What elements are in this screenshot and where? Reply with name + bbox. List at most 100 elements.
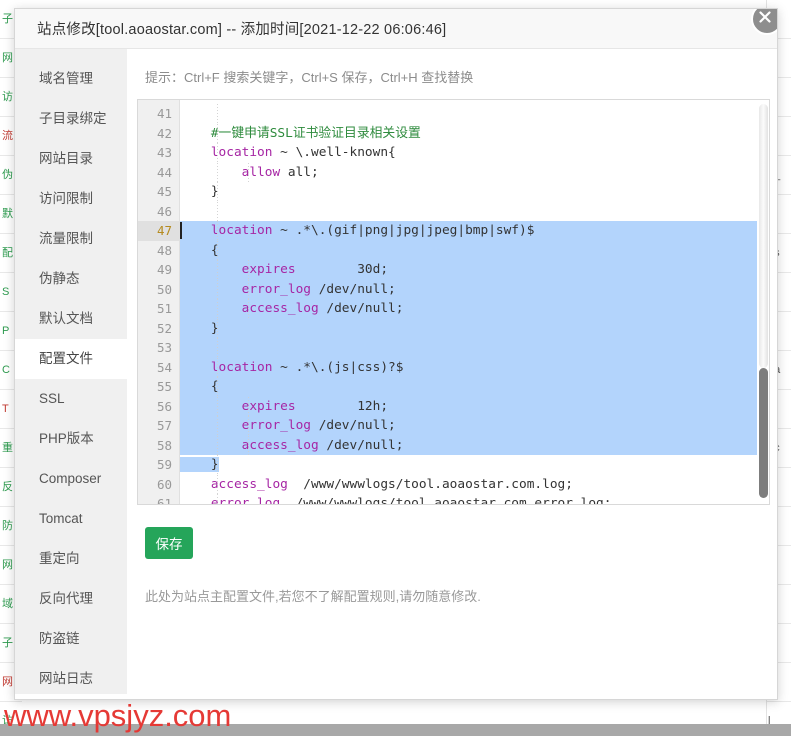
- code-token: ~ \.well-known{: [272, 145, 396, 160]
- code-line[interactable]: {: [180, 240, 769, 260]
- editor-scrollbar-thumb-upper[interactable]: [759, 104, 768, 368]
- line-number: 55: [156, 379, 172, 394]
- shortcut-hint: 提示：Ctrl+F 搜索关键字，Ctrl+S 保存，Ctrl+H 查找替换: [145, 70, 474, 85]
- editor-code-area[interactable]: #一键申请SSL证书验证目录相关设置 location ~ \.well-kno…: [180, 100, 769, 504]
- sidebar-item-9[interactable]: PHP版本: [15, 419, 127, 459]
- code-token: location: [210, 359, 273, 375]
- code-line[interactable]: #一键申请SSL证书验证目录相关设置: [180, 123, 769, 143]
- indent-guide: [216, 162, 218, 182]
- line-number: 53: [156, 340, 172, 355]
- editor-scrollbar-track[interactable]: [757, 100, 769, 504]
- save-button[interactable]: 保存: [145, 527, 193, 559]
- sidebar-item-15[interactable]: 网站日志: [15, 659, 127, 699]
- sidebar-item-1[interactable]: 子目录绑定: [15, 99, 127, 139]
- indent-guide: [216, 182, 218, 202]
- sidebar-item-label: 域名管理: [39, 71, 93, 86]
- sidebar-item-6[interactable]: 默认文档: [15, 299, 127, 339]
- code-line[interactable]: [180, 201, 769, 221]
- sidebar-item-label: 网站日志: [39, 671, 93, 686]
- code-token: access_log: [241, 437, 319, 453]
- sidebar-item-5[interactable]: 伪静态: [15, 259, 127, 299]
- code-token: location: [210, 145, 273, 160]
- code-line[interactable]: expires 12h;: [180, 396, 769, 416]
- site-edit-dialog: 站点修改[tool.aoaostar.com] -- 添加时间[2021-12-…: [14, 8, 778, 700]
- sidebar-item-label: 反向代理: [39, 591, 93, 606]
- sidebar-item-8[interactable]: SSL: [15, 379, 127, 419]
- code-line[interactable]: expires 30d;: [180, 260, 769, 280]
- sidebar-item-12[interactable]: 重定向: [15, 539, 127, 579]
- indent-guide: [216, 455, 218, 475]
- code-line[interactable]: location ~ .*\.(js|css)?$: [180, 357, 769, 377]
- code-token: 12h;: [295, 398, 389, 414]
- code-line[interactable]: access_log /www/wwwlogs/tool.aoaostar.co…: [180, 474, 769, 494]
- code-line[interactable]: [180, 338, 769, 358]
- config-warning-note: 此处为站点主配置文件,若您不了解配置规则,请勿随意修改.: [145, 589, 481, 604]
- line-number: 41: [156, 106, 172, 121]
- code-line[interactable]: }: [180, 182, 769, 202]
- code-line[interactable]: [180, 104, 769, 124]
- indent-guide: [247, 435, 249, 455]
- code-line-text: access_log /dev/null;: [180, 437, 404, 453]
- code-line-text: }: [180, 321, 219, 336]
- site-watermark: www.vpsjyz.com: [4, 698, 232, 733]
- code-line[interactable]: error_log /dev/null;: [180, 279, 769, 299]
- sidebar-item-label: 重定向: [39, 551, 80, 566]
- code-line[interactable]: error_log /dev/null;: [180, 416, 769, 436]
- line-number: 52: [156, 320, 172, 336]
- indent-guide: [216, 260, 218, 280]
- code-token: error_log: [241, 418, 311, 433]
- line-number: 54: [156, 359, 172, 375]
- code-line[interactable]: error_log /www/wwwlogs/tool.aoaostar.com…: [180, 494, 769, 504]
- indent-guide: [216, 474, 218, 494]
- code-token: }: [180, 184, 219, 199]
- indent-guide: [216, 104, 218, 124]
- code-line[interactable]: allow all;: [180, 162, 769, 182]
- line-number: 60: [156, 476, 172, 492]
- code-line[interactable]: {: [180, 377, 769, 397]
- sidebar-item-label: 流量限制: [39, 231, 93, 246]
- code-line[interactable]: access_log /dev/null;: [180, 435, 769, 455]
- sidebar-item-13[interactable]: 反向代理: [15, 579, 127, 619]
- code-line[interactable]: location ~ \.well-known{: [180, 143, 769, 163]
- code-line-text: location ~ .*\.(gif|png|jpg|jpeg|bmp|swf…: [180, 223, 535, 238]
- code-token: }: [180, 457, 219, 472]
- code-token: error_log: [210, 496, 281, 504]
- indent-guide: [247, 260, 249, 280]
- line-number: 49: [156, 262, 172, 277]
- config-file-editor[interactable]: 41 42 43 44 45 46 47 48 49 50 51 52 53 54 55 56 57 58 59 60…: [137, 99, 770, 505]
- sidebar-item-3[interactable]: 访问限制: [15, 179, 127, 219]
- code-line-text: allow all;: [180, 165, 319, 180]
- sidebar-item-7[interactable]: 配置文件: [15, 339, 127, 379]
- code-line[interactable]: access_log /dev/null;: [180, 299, 769, 319]
- line-number: 61: [156, 496, 172, 505]
- indent-guide: [216, 338, 218, 358]
- code-line-text: error_log /www/wwwlogs/tool.aoaostar.com…: [180, 496, 612, 504]
- sidebar-item-14[interactable]: 防盗链: [15, 619, 127, 659]
- sidebar-item-2[interactable]: 网站目录: [15, 139, 127, 179]
- sidebar-item-0[interactable]: 域名管理: [15, 59, 127, 99]
- sidebar-item-4[interactable]: 流量限制: [15, 219, 127, 259]
- code-token: /www/wwwlogs/tool.aoaostar.com.error.log…: [280, 496, 612, 504]
- indent-guide: [216, 279, 218, 299]
- code-line-text: }: [180, 184, 219, 199]
- indent-guide: [216, 416, 218, 436]
- editor-scrollbar-thumb[interactable]: [759, 368, 768, 498]
- code-line[interactable]: location ~ .*\.(gif|png|jpg|jpeg|bmp|swf…: [180, 221, 769, 241]
- indent-guide: [216, 201, 218, 221]
- sidebar-item-11[interactable]: Tomcat: [15, 499, 127, 539]
- code-line-text: {: [180, 379, 219, 394]
- line-number: 42: [156, 125, 172, 141]
- code-line[interactable]: }: [180, 318, 769, 338]
- sidebar-item-label: 配置文件: [39, 351, 93, 366]
- code-token: location: [210, 223, 273, 238]
- sidebar-item-10[interactable]: Composer: [15, 459, 127, 499]
- code-token: {: [180, 379, 219, 394]
- code-token: ~ .*\.(js|css)?$: [272, 359, 404, 375]
- line-number: 44: [156, 164, 172, 180]
- code-line[interactable]: }: [180, 455, 769, 475]
- code-token: expires: [241, 262, 296, 277]
- indent-guide: [247, 279, 249, 299]
